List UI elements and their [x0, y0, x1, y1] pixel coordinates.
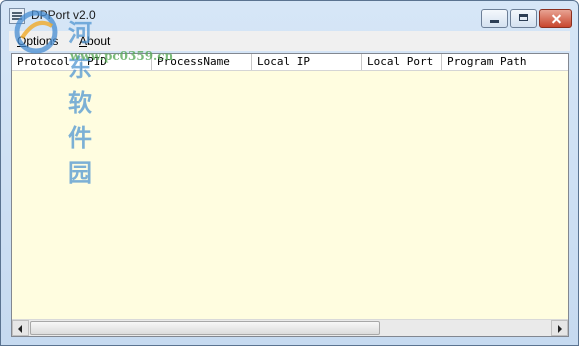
column-header-pid[interactable]: PID: [82, 54, 152, 70]
scrollbar-thumb[interactable]: [30, 321, 380, 335]
maximize-button[interactable]: [510, 9, 537, 28]
menu-bar: Options About: [9, 31, 570, 51]
column-header-processname[interactable]: ProcessName: [152, 54, 252, 70]
connections-list[interactable]: Protocol PID ProcessName Local IP Local …: [11, 53, 569, 337]
title-bar[interactable]: DPPort v2.0: [1, 1, 578, 31]
scroll-left-icon[interactable]: [12, 320, 29, 336]
minimize-button[interactable]: [481, 9, 508, 28]
column-header-protocol[interactable]: Protocol: [12, 54, 82, 70]
app-icon[interactable]: [9, 8, 25, 24]
window-title: DPPort v2.0: [31, 8, 96, 22]
column-header-local-port[interactable]: Local Port: [362, 54, 442, 70]
horizontal-scrollbar[interactable]: [12, 319, 568, 336]
menu-about[interactable]: About: [79, 34, 110, 48]
list-header: Protocol PID ProcessName Local IP Local …: [12, 54, 568, 71]
app-window: DPPort v2.0 Options About Protocol PID P…: [0, 0, 579, 346]
menu-options[interactable]: Options: [17, 34, 58, 48]
close-button[interactable]: [539, 9, 572, 28]
column-header-local-ip[interactable]: Local IP: [252, 54, 362, 70]
scroll-right-icon[interactable]: [551, 320, 568, 336]
column-header-program-path[interactable]: Program Path: [442, 54, 568, 70]
caption-buttons: [479, 9, 572, 28]
